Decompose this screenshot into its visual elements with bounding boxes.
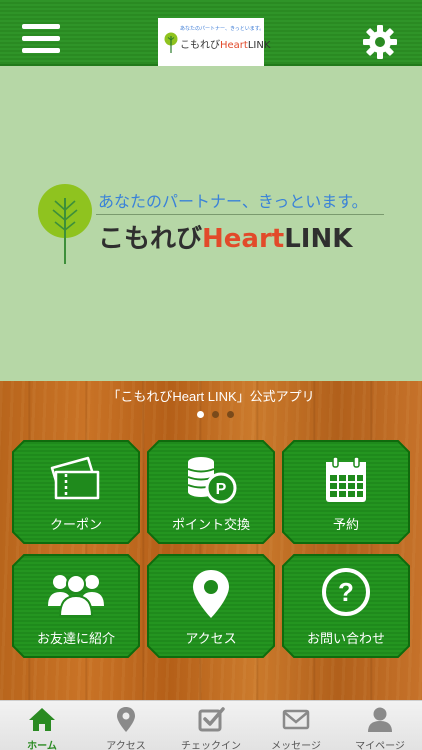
envelope-icon (282, 709, 310, 730)
nav-item-home[interactable]: ホーム (0, 701, 84, 750)
hero-caption: 「こもれびHeart LINK」公式アプリ (107, 389, 315, 404)
app-screen: あなたのパートナー、きっといます。 こもれびHeartLINK あなたのパートナ… (0, 0, 422, 750)
app-header: あなたのパートナー、きっといます。 こもれびHeartLINK (0, 0, 422, 66)
nav-label: メッセージ (271, 741, 321, 750)
hero-banner[interactable]: あなたのパートナー、きっといます。 こもれびHeartLINK (0, 68, 422, 381)
tile-coupon[interactable]: クーポン (12, 440, 140, 544)
header-logo-tagline: あなたのパートナー、きっといます。 (180, 26, 265, 32)
map-pin-icon (193, 570, 229, 618)
nav-item-mypage[interactable]: マイページ (338, 701, 422, 750)
nav-label: アクセス (106, 741, 146, 750)
tile-label: お問い合わせ (306, 631, 385, 646)
tile-label: アクセス (185, 631, 237, 646)
hero-brand-name: こもれびHeartLINK (98, 218, 352, 255)
coins-icon: P (187, 457, 237, 504)
carousel-dot[interactable] (212, 411, 219, 418)
tree-logo-icon (164, 32, 178, 53)
tile-access[interactable]: アクセス (147, 554, 275, 658)
hero-tagline: あなたのパートナー、きっといます。 (98, 192, 368, 211)
header-logo-name-link: LINK (247, 40, 271, 51)
carousel-dots (197, 411, 237, 419)
header-logo-name: こもれびHeartLINK (180, 36, 270, 51)
nav-item-access[interactable]: アクセス (84, 701, 168, 750)
header-logo-name-main: こもれび (180, 40, 220, 51)
hero-name-link: LINK (284, 224, 353, 254)
bottom-navigation: ホーム アクセス チェックイン メッセージ マイページ (0, 700, 422, 750)
carousel-dot[interactable] (227, 411, 234, 418)
tile-refer-friend[interactable]: お友達に紹介 (12, 554, 140, 658)
nav-label: ホーム (27, 741, 57, 750)
hero-name-heart: Heart (202, 224, 285, 254)
hamburger-menu-icon[interactable] (22, 24, 62, 56)
users-icon (48, 574, 104, 617)
hero-divider (96, 214, 384, 215)
nav-label: チェックイン (181, 741, 241, 750)
tile-label: クーポン (49, 517, 102, 532)
tile-reservation[interactable]: 予約 (282, 440, 410, 544)
svg-text:P: P (216, 481, 227, 498)
nav-item-checkin[interactable]: チェックイン (168, 701, 254, 750)
gear-icon[interactable] (362, 24, 398, 60)
header-logo-name-heart: Heart (220, 40, 248, 51)
checkin-icon (198, 707, 225, 732)
carousel-dot-active[interactable] (197, 411, 204, 418)
hero-name-main: こもれび (98, 224, 203, 254)
nav-item-message[interactable]: メッセージ (254, 701, 338, 750)
tile-contact[interactable]: ? お問い合わせ (282, 554, 410, 658)
person-icon (368, 707, 392, 732)
tile-label: お友達に紹介 (36, 631, 115, 646)
ticket-icon (50, 456, 100, 500)
tile-point-exchange[interactable]: P ポイント交換 (147, 440, 275, 544)
question-icon: ? (322, 568, 370, 616)
tile-label: 予約 (332, 517, 359, 532)
tree-logo-icon (38, 184, 92, 264)
map-pin-icon (117, 707, 135, 732)
svg-text:?: ? (338, 577, 354, 607)
calendar-icon (326, 456, 366, 502)
home-icon (29, 708, 55, 731)
nav-label: マイページ (355, 741, 405, 750)
tile-label: ポイント交換 (171, 517, 250, 532)
header-logo: あなたのパートナー、きっといます。 こもれびHeartLINK (158, 18, 270, 66)
